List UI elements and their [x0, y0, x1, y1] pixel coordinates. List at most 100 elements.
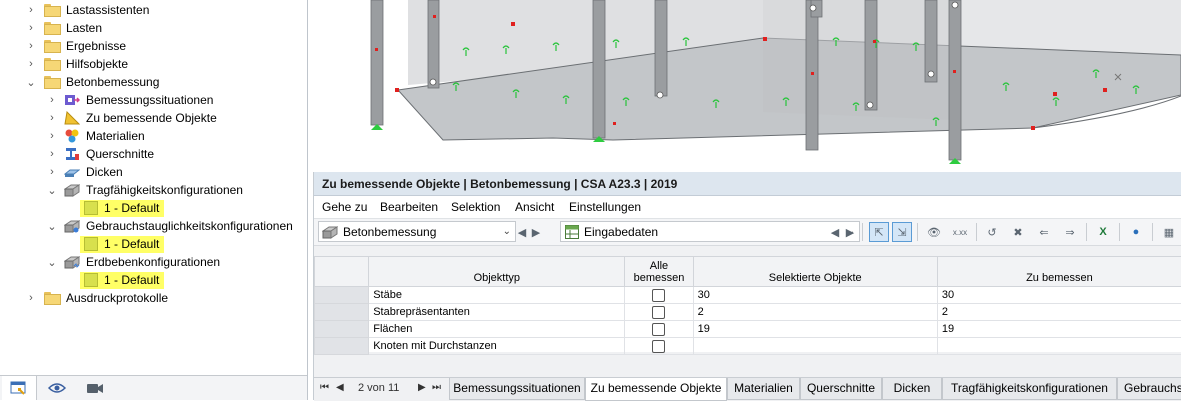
- chevron-right-icon[interactable]: ›: [45, 145, 59, 163]
- tree-item-materialien[interactable]: › Materialien: [45, 127, 145, 145]
- cell-objekttyp[interactable]: Knoten mit Durchstanzen: [369, 338, 625, 355]
- table-row[interactable]: Stabrepräsentanten 2 2: [315, 304, 1181, 321]
- menu-bearbeiten[interactable]: Bearbeiten: [380, 200, 438, 214]
- select-in-graphic-button[interactable]: ⇱: [869, 222, 889, 242]
- cell-selektierte-objekte[interactable]: [693, 338, 937, 355]
- checkbox[interactable]: [652, 306, 665, 319]
- table-row[interactable]: Knoten mit Durchstanzen: [315, 338, 1181, 355]
- tab-bemessungssituationen[interactable]: Bemessungssituationen: [449, 378, 585, 400]
- cell-objekttyp[interactable]: Flächen: [369, 321, 625, 338]
- decimal-places-icon[interactable]: x.xx: [950, 222, 970, 242]
- tree-item-bemessungssituationen[interactable]: › Bemessungssituationen: [45, 91, 213, 109]
- tree-item-ausdruckprotokolle[interactable]: › Ausdruckprotokolle: [24, 289, 168, 307]
- cell-zu-bemessen[interactable]: 19: [937, 321, 1181, 338]
- cell-objekttyp[interactable]: Stabrepräsentanten: [369, 304, 625, 321]
- tab-querschnitte[interactable]: Querschnitte: [800, 378, 882, 400]
- cell-zu-bemessen[interactable]: 2: [937, 304, 1181, 321]
- chevron-down-icon[interactable]: ⌄: [45, 217, 59, 235]
- move-left-icon[interactable]: ⇐: [1034, 222, 1054, 242]
- tree-item-gebrauchstauglichkeitskonfigurationen[interactable]: ⌄ Gebrauchstauglichkeitskonfigurationen: [45, 217, 293, 235]
- chevron-right-icon[interactable]: ›: [45, 163, 59, 181]
- cell-zu-bemessen[interactable]: 30: [937, 287, 1181, 304]
- chevron-right-icon[interactable]: ›: [45, 109, 59, 127]
- cell-alle-bemessen[interactable]: [625, 287, 693, 304]
- checkbox[interactable]: [652, 289, 665, 302]
- tree-item-lastassistenten[interactable]: › Lastassistenten: [24, 1, 149, 19]
- next-arrow-icon[interactable]: ▶: [530, 222, 542, 242]
- table-row[interactable]: Stäbe 30 30: [315, 287, 1181, 304]
- tree-item-lasten[interactable]: › Lasten: [24, 19, 102, 37]
- delete-row-icon[interactable]: ✖: [1008, 222, 1028, 242]
- prev-arrow-icon[interactable]: ◀: [516, 222, 528, 242]
- table-select[interactable]: Eingabedaten ⌄: [560, 221, 860, 242]
- tree-item-default-seismic[interactable]: 1 - Default: [80, 271, 164, 289]
- cell-selektierte-objekte[interactable]: 30: [693, 287, 937, 304]
- view-icon[interactable]: 👁: [924, 222, 944, 242]
- tab-data[interactable]: [2, 376, 37, 400]
- select-in-table-button[interactable]: ⇲: [892, 222, 912, 242]
- module-select[interactable]: Betonbemessung ⌄: [318, 221, 516, 242]
- prev-page-icon[interactable]: ◀: [336, 382, 344, 393]
- chevron-down-icon[interactable]: ⌄: [24, 73, 38, 91]
- column-header-zu-bemessen[interactable]: Zu bemessen: [937, 257, 1181, 287]
- cell-alle-bemessen[interactable]: [625, 338, 693, 355]
- tree-item-tragfaehigkeitskonfigurationen[interactable]: ⌄ Tragfähigkeitskonfigurationen: [45, 181, 243, 199]
- first-page-icon[interactable]: ⏮: [320, 382, 329, 393]
- tree-item-ergebnisse[interactable]: › Ergebnisse: [24, 37, 126, 55]
- tab-materialien[interactable]: Materialien: [727, 378, 800, 400]
- insert-row-icon[interactable]: ↺: [982, 222, 1002, 242]
- tab-camera[interactable]: [78, 376, 112, 400]
- chevron-down-icon[interactable]: ⌄: [45, 253, 59, 271]
- checkbox[interactable]: [652, 323, 665, 336]
- tree-item-betonbemessung[interactable]: ⌄ Betonbemessung: [24, 73, 159, 91]
- move-right-icon[interactable]: ⇒: [1060, 222, 1080, 242]
- cell-objekttyp[interactable]: Stäbe: [369, 287, 625, 304]
- tree-item-querschnitte[interactable]: › Querschnitte: [45, 145, 154, 163]
- chevron-right-icon[interactable]: ›: [45, 91, 59, 109]
- column-header-objekttyp[interactable]: Objekttyp: [369, 257, 625, 287]
- last-page-icon[interactable]: ⏭: [432, 382, 441, 393]
- model-3d-view[interactable]: [313, 0, 1181, 172]
- excel-icon[interactable]: X: [1093, 222, 1113, 242]
- chevron-right-icon[interactable]: ›: [24, 55, 38, 73]
- tab-gebrauchstauglichkeit[interactable]: Gebrauchst: [1117, 378, 1181, 400]
- checkbox[interactable]: [652, 340, 665, 353]
- menu-selektion[interactable]: Selektion: [451, 200, 500, 214]
- row-header[interactable]: [315, 338, 369, 355]
- prev-arrow-icon[interactable]: ◀: [829, 222, 841, 242]
- tab-dicken[interactable]: Dicken: [882, 378, 942, 400]
- cell-selektierte-objekte[interactable]: 2: [693, 304, 937, 321]
- globe-icon[interactable]: ●: [1126, 222, 1146, 242]
- tree-item-erdbebenkonfigurationen[interactable]: ⌄ Erdbebenkonfigurationen: [45, 253, 220, 271]
- menu-gehe-zu[interactable]: Gehe zu: [322, 200, 367, 214]
- row-header[interactable]: [315, 304, 369, 321]
- menu-einstellungen[interactable]: Einstellungen: [569, 200, 641, 214]
- next-arrow-icon[interactable]: ▶: [844, 222, 856, 242]
- row-header[interactable]: [315, 287, 369, 304]
- next-page-icon[interactable]: ▶: [418, 382, 426, 393]
- tree-item-default-uls[interactable]: 1 - Default: [80, 199, 164, 217]
- chevron-right-icon[interactable]: ›: [24, 19, 38, 37]
- chevron-right-icon[interactable]: ›: [24, 289, 38, 307]
- tab-zu-bemessende-objekte[interactable]: Zu bemessende Objekte: [585, 378, 727, 401]
- chevron-right-icon[interactable]: ›: [45, 127, 59, 145]
- settings-icon[interactable]: ▦: [1159, 222, 1179, 242]
- chevron-right-icon[interactable]: ›: [24, 37, 38, 55]
- column-header-alle-bemessen[interactable]: Alle bemessen: [625, 257, 693, 287]
- row-header[interactable]: [315, 321, 369, 338]
- cell-alle-bemessen[interactable]: [625, 321, 693, 338]
- table-row[interactable]: Flächen 19 19: [315, 321, 1181, 338]
- tab-tragfaehigkeitskonfigurationen[interactable]: Tragfähigkeitskonfigurationen: [942, 378, 1117, 400]
- cell-selektierte-objekte[interactable]: 19: [693, 321, 937, 338]
- cell-zu-bemessen[interactable]: [937, 338, 1181, 355]
- tree-item-default-sls[interactable]: 1 - Default: [80, 235, 164, 253]
- menu-ansicht[interactable]: Ansicht: [515, 200, 554, 214]
- tree-item-zu-bemessende-objekte[interactable]: › Zu bemessende Objekte: [45, 109, 217, 127]
- cell-alle-bemessen[interactable]: [625, 304, 693, 321]
- tree-item-dicken[interactable]: › Dicken: [45, 163, 123, 181]
- chevron-down-icon[interactable]: ⌄: [45, 181, 59, 199]
- tab-view[interactable]: [40, 376, 74, 400]
- chevron-right-icon[interactable]: ›: [24, 1, 38, 19]
- column-header-selektierte-objekte[interactable]: Selektierte Objekte: [693, 257, 937, 287]
- tree-item-hilfsobjekte[interactable]: › Hilfsobjekte: [24, 55, 128, 73]
